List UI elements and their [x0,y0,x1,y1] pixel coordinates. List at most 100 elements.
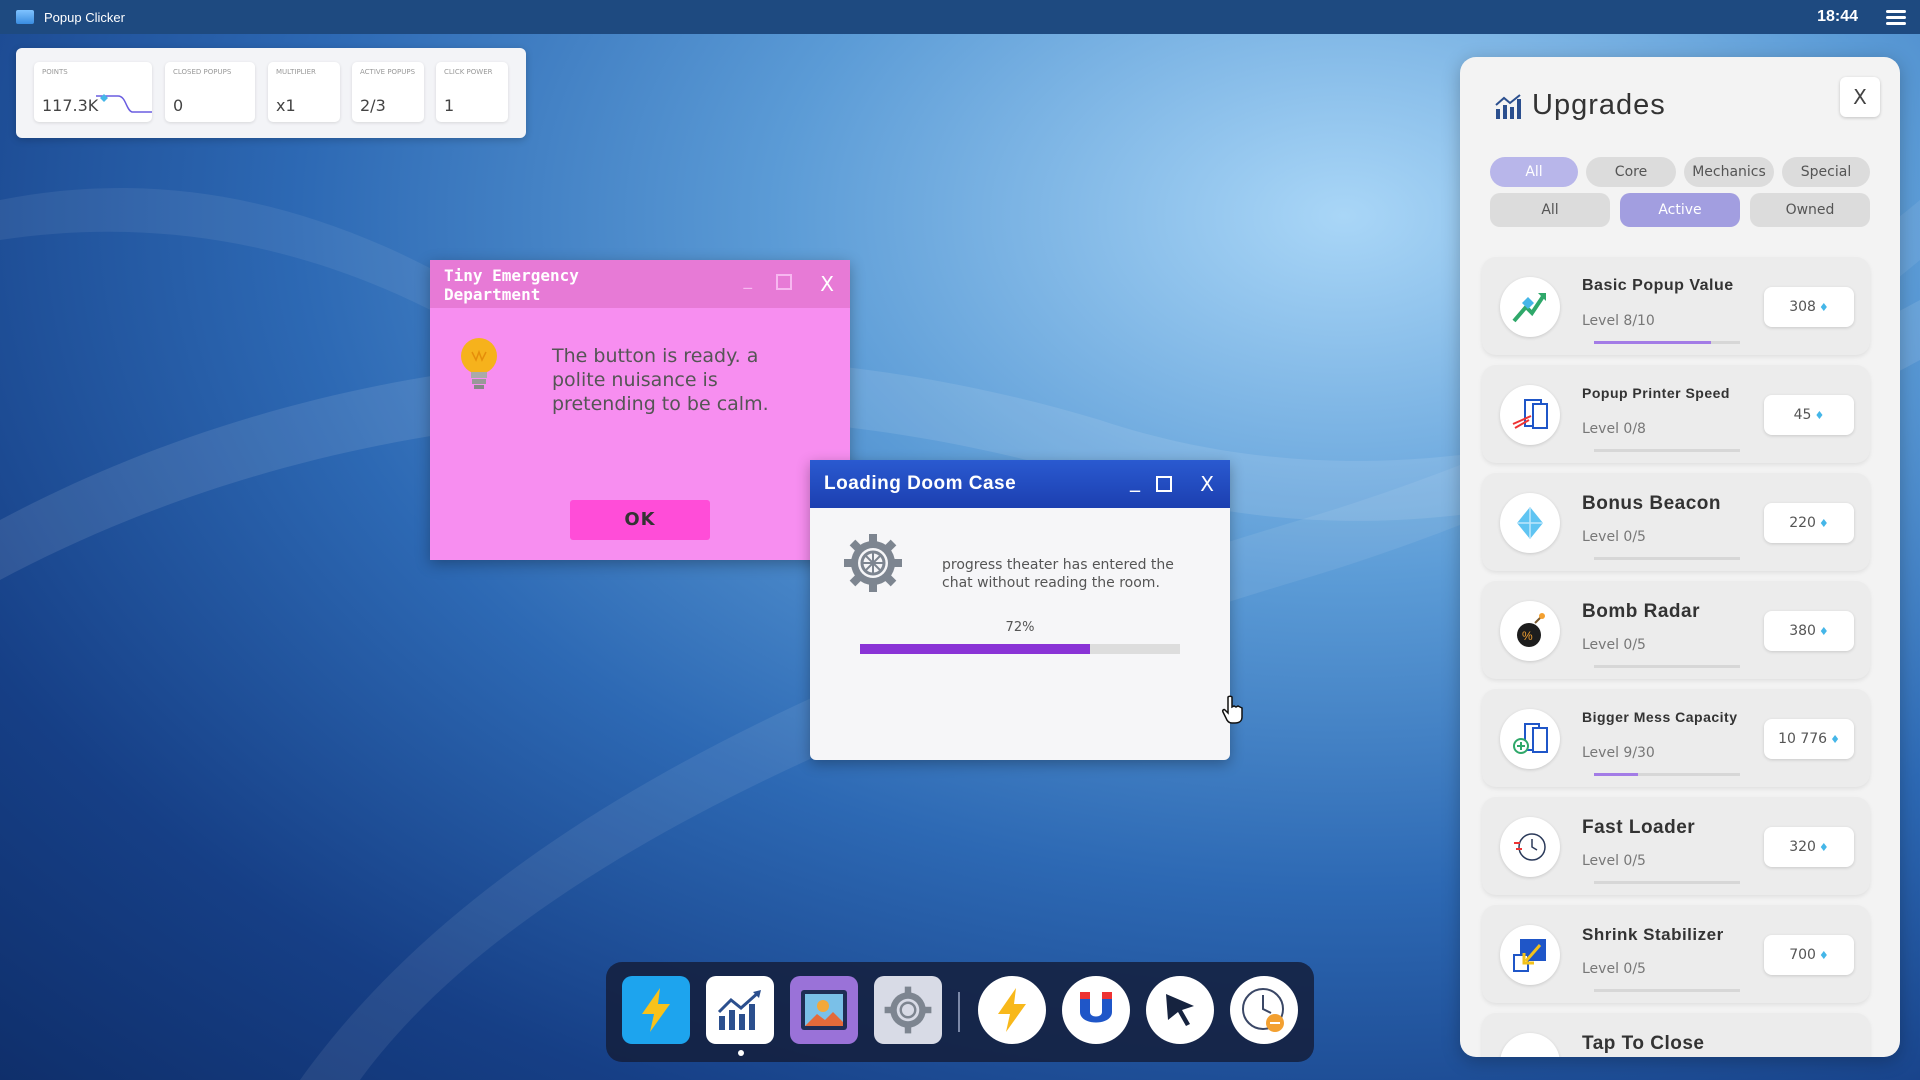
upgrade-price: 10 776 [1778,731,1828,747]
upgrade-level: Level 8/10 [1582,313,1655,329]
stat-click-power: CLICK POWER 1 [436,62,508,122]
popup-titlebar: Loading Doom Case _ X [810,460,1230,508]
gear-icon [844,534,902,592]
popup-title: Tiny Emergency Department [444,266,579,304]
stat-label: ACTIVE POPUPS [360,68,416,76]
gem-icon: ♦ [1818,301,1829,314]
tab-category-all[interactable]: All [1490,157,1578,187]
clock-icon[interactable] [1230,976,1298,1044]
buy-button[interactable]: 45 ♦ [1764,395,1854,435]
upgrade-card[interactable]: % Bomb Radar Level 0/5 380 ♦ [1482,581,1870,679]
tab-status-active[interactable]: Active [1620,193,1740,227]
upgrade-level: Level 0/5 [1582,637,1646,653]
chart-app-icon[interactable] [706,976,774,1044]
stat-value: 117.3K [42,96,99,115]
upgrade-price: 320 [1789,839,1816,855]
lightning-icon[interactable] [978,976,1046,1044]
upgrades-header: Upgrades [1494,89,1666,122]
upgrade-price: 308 [1789,299,1816,315]
buy-button[interactable]: 320 ♦ [1764,827,1854,867]
upgrade-name: Popup Printer Speed [1582,385,1730,401]
gem-icon: ♦ [1830,733,1840,746]
tab-category-core[interactable]: Core [1586,157,1676,187]
upgrade-name: Shrink Stabilizer [1582,925,1724,944]
upgrade-level: Level 0/5 [1582,853,1646,869]
printer-speed-icon [1500,385,1560,445]
close-button[interactable]: X [820,272,834,296]
clock: 18:44 [1817,8,1858,25]
cursor-icon[interactable] [1146,976,1214,1044]
upgrade-card[interactable]: Bigger Mess Capacity Level 9/30 10 776 ♦ [1482,689,1870,787]
upgrade-card[interactable]: Shrink Stabilizer Level 0/5 700 ♦ [1482,905,1870,1003]
buy-button[interactable]: 220 ♦ [1764,503,1854,543]
chart-icon [1495,93,1521,119]
minimize-button[interactable]: _ [1130,468,1140,492]
magnet-icon[interactable] [1062,976,1130,1044]
upgrade-card[interactable]: Popup Printer Speed Level 0/8 45 ♦ [1482,365,1870,463]
upgrade-progress [1594,341,1740,344]
minimize-button[interactable]: _ [744,270,753,290]
popup-title: Loading Doom Case [824,473,1017,494]
buy-button[interactable]: 10 776 ♦ [1764,719,1854,759]
tab-status-all[interactable]: All [1490,193,1610,227]
upgrade-progress-fill [1594,773,1638,776]
lightning-app-icon[interactable] [622,976,690,1044]
hand-cursor-icon [1222,695,1243,724]
upgrade-price: 45 [1793,407,1812,423]
buy-button[interactable]: 700 ♦ [1764,935,1854,975]
stat-active-popups: ACTIVE POPUPS 2/3 [352,62,424,122]
upgrade-level: Level 9/30 [1582,745,1655,761]
upgrade-progress [1594,881,1740,884]
upgrade-card[interactable]: Tap To Close [1482,1013,1870,1057]
tab-category-special[interactable]: Special [1782,157,1870,187]
upgrade-progress [1594,773,1740,776]
lightbulb-icon [461,338,497,389]
progress-percent: 72% [1005,620,1035,635]
app-icon [16,10,34,24]
gem-icon: ♦ [1814,409,1825,422]
popup-window-pink: Tiny Emergency Department _ X The button… [430,260,850,560]
top-bar: Popup Clicker 18:44 [0,0,1920,34]
stat-closed-popups: CLOSED POPUPS 0 [165,62,255,122]
stat-label: MULTIPLIER [276,68,316,76]
maximize-button[interactable] [1156,476,1172,492]
popup-window-loading: Loading Doom Case _ X progress theater h… [810,460,1230,760]
popup-titlebar: Tiny Emergency Department _ X [430,260,850,308]
ok-button[interactable]: OK [570,500,710,540]
hamburger-menu-icon[interactable] [1886,7,1906,27]
upgrade-progress [1594,557,1740,560]
upgrade-name: Fast Loader [1582,817,1696,838]
upgrade-price: 220 [1789,515,1816,531]
dock [606,962,1314,1062]
window-add-icon [1500,709,1560,769]
upgrades-close-button[interactable]: X [1840,77,1880,117]
upgrades-panel: Upgrades X All Core Mechanics Special Al… [1460,57,1900,1057]
fast-clock-icon [1500,817,1560,877]
points-sparkline [96,94,152,113]
active-indicator [738,1050,744,1056]
close-button[interactable]: X [1200,472,1214,496]
upgrade-progress [1594,989,1740,992]
maximize-button[interactable] [776,274,792,290]
buy-button[interactable]: 380 ♦ [1764,611,1854,651]
upgrade-progress-fill [1594,341,1711,344]
picture-app-icon[interactable] [790,976,858,1044]
stat-value: x1 [276,96,296,115]
diamond-icon [1500,493,1560,553]
upgrade-progress [1594,449,1740,452]
buy-button[interactable]: 308 ♦ [1764,287,1854,327]
upgrade-card[interactable]: Bonus Beacon Level 0/5 220 ♦ [1482,473,1870,571]
upgrade-name: Tap To Close [1582,1033,1705,1054]
settings-app-icon[interactable] [874,976,942,1044]
stats-panel: POINTS 117.3K CLOSED POPUPS 0 MULTIPLIER… [16,48,526,138]
popup-message: The button is ready. a polite nuisance i… [552,345,769,415]
upgrade-card[interactable]: Basic Popup Value Level 8/10 308 ♦ [1482,257,1870,355]
upgrade-name: Bomb Radar [1582,601,1700,622]
svg-text:%: % [1522,629,1533,643]
tab-category-mechanics[interactable]: Mechanics [1684,157,1774,187]
shrink-arrow-icon [1500,925,1560,985]
tab-status-owned[interactable]: Owned [1750,193,1870,227]
upgrade-card[interactable]: Fast Loader Level 0/5 320 ♦ [1482,797,1870,895]
stat-label: POINTS [42,68,68,76]
bomb-icon: % [1500,601,1560,661]
